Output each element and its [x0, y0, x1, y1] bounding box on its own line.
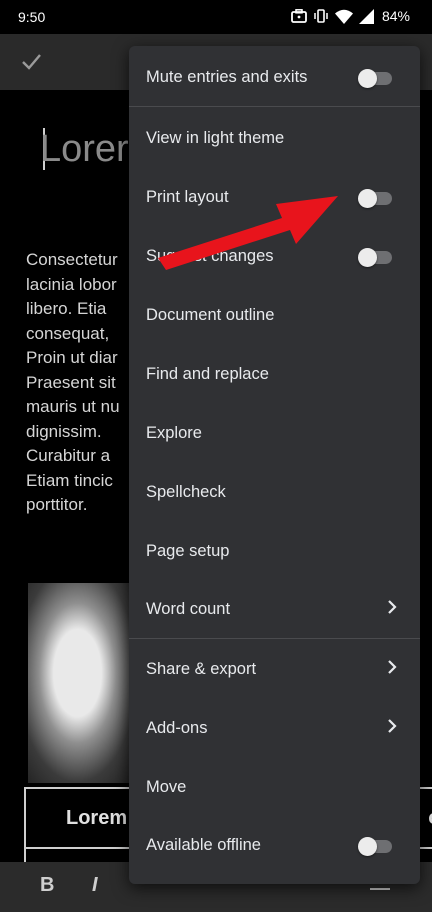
status-icons: 84%: [291, 8, 410, 24]
menu-item-label: Document outline: [146, 306, 275, 324]
checkmark-icon[interactable]: [20, 50, 42, 77]
menu-item-view-in-light-theme[interactable]: View in light theme: [129, 109, 420, 167]
menu-item-document-outline[interactable]: Document outline: [129, 286, 420, 344]
menu-item-suggest-changes[interactable]: Suggest changes: [129, 227, 420, 285]
cell-signal-icon: [358, 8, 374, 24]
mute-entries-toggle[interactable]: [358, 69, 392, 88]
document-title[interactable]: Lorer: [40, 128, 129, 171]
menu-item-add-ons[interactable]: Add-ons: [129, 699, 420, 757]
chevron-right-icon: [386, 598, 398, 621]
suggest-changes-toggle[interactable]: [358, 248, 392, 267]
menu-item-label: Print layout: [146, 188, 229, 206]
menu-item-label: Mute entries and exits: [146, 68, 308, 86]
italic-button[interactable]: I: [92, 874, 98, 897]
menu-item-label: View in light theme: [146, 129, 285, 147]
menu-item-label: Share & export: [146, 660, 257, 678]
chevron-right-icon: [386, 658, 398, 681]
print-layout-toggle[interactable]: [358, 189, 392, 208]
bold-button[interactable]: B: [40, 874, 54, 897]
menu-item-label: Suggest changes: [146, 247, 274, 265]
menu-item-label: Word count: [146, 600, 231, 618]
overflow-menu: Mute entries and exits View in light the…: [129, 46, 420, 884]
table-header-cell: Lorem: [66, 807, 128, 829]
status-bar: 9:50 84%: [0, 0, 432, 34]
menu-item-spellcheck[interactable]: Spellcheck: [129, 463, 420, 521]
menu-item-explore[interactable]: Explore: [129, 404, 420, 462]
wifi-icon: [334, 9, 353, 24]
menu-item-available-offline[interactable]: Available offline: [129, 816, 420, 874]
battery-percent: 84%: [381, 8, 410, 24]
menu-divider: [129, 106, 420, 107]
menu-item-page-setup[interactable]: Page setup: [129, 522, 420, 580]
menu-item-move[interactable]: Move: [129, 758, 420, 816]
menu-item-label: Add-ons: [146, 719, 208, 737]
menu-item-label: Explore: [146, 424, 202, 442]
menu-item-label: Find and replace: [146, 365, 269, 383]
menu-item-label: Page setup: [146, 542, 230, 560]
menu-item-label: Move: [146, 778, 187, 796]
menu-item-label: Available offline: [146, 836, 261, 854]
available-offline-toggle[interactable]: [358, 837, 392, 856]
kitten-photo[interactable]: [28, 583, 138, 783]
menu-item-word-count[interactable]: Word count: [129, 580, 420, 638]
chevron-right-icon: [386, 717, 398, 740]
menu-item-print-layout[interactable]: Print layout: [129, 168, 420, 226]
menu-item-mute-entries-and-exits[interactable]: Mute entries and exits: [129, 48, 420, 106]
briefcase-icon: [291, 9, 307, 23]
menu-item-label: Spellcheck: [146, 483, 226, 501]
menu-item-share-and-export[interactable]: Share & export: [129, 640, 420, 698]
vibrate-icon: [313, 8, 329, 24]
menu-divider: [129, 638, 420, 639]
status-time: 9:50: [18, 9, 46, 25]
menu-item-find-and-replace[interactable]: Find and replace: [129, 345, 420, 403]
table-header-cell: ol: [428, 807, 432, 830]
